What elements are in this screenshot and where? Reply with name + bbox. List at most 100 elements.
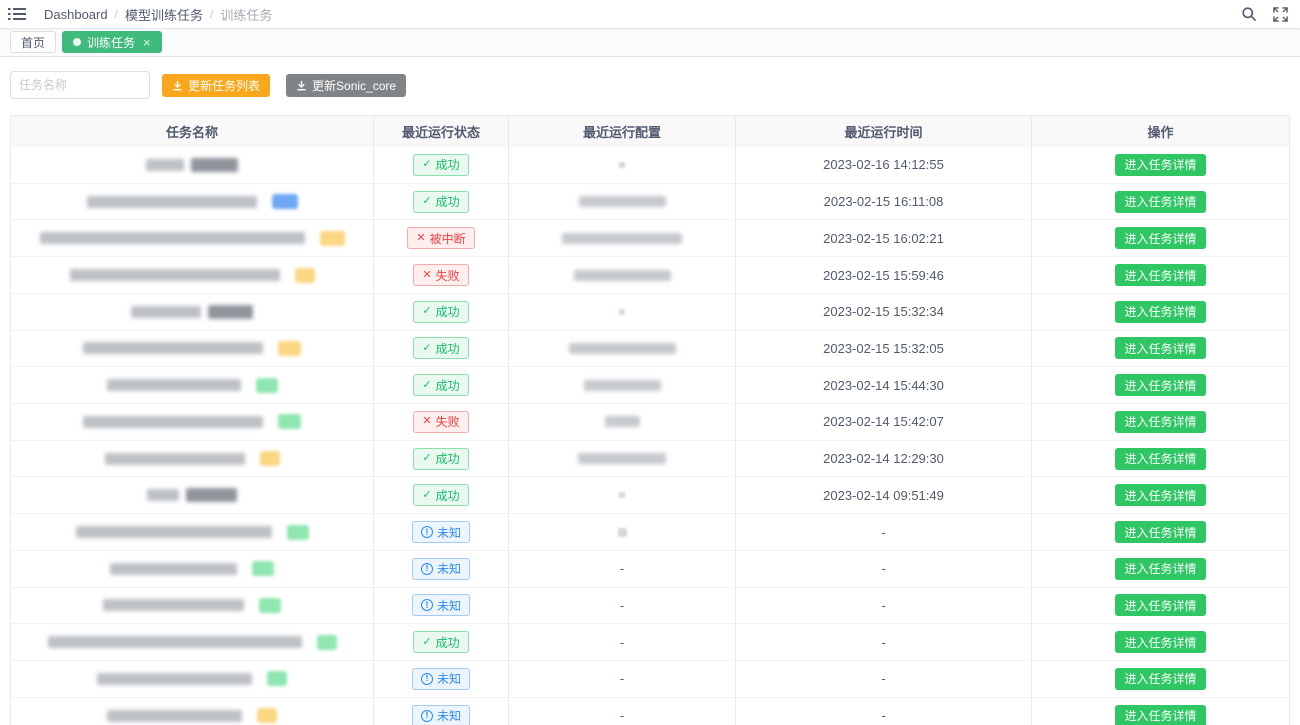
update-sonic-core-button[interactable]: 更新Sonic_core — [286, 74, 406, 97]
run-time-value: 2023-02-15 16:02:21 — [823, 231, 944, 246]
status-label: 未知 — [437, 597, 461, 614]
table-body: ✓成功2023-02-16 14:12:55进入任务详情✓成功2023-02-1… — [11, 147, 1289, 725]
status-badge-success: ✓成功 — [413, 154, 468, 176]
status-label: 未知 — [437, 524, 461, 541]
tab-bar: 首页 训练任务 × — [0, 28, 1300, 57]
sidebar-collapse-icon[interactable] — [8, 7, 26, 21]
table-row: ✕被中断2023-02-15 16:02:21进入任务详情 — [11, 220, 1289, 257]
run-status-cell: !未知 — [374, 514, 509, 550]
run-time-cell: 2023-02-14 12:29:30 — [736, 441, 1032, 477]
breadcrumb-item-model-training[interactable]: 模型训练任务 — [125, 5, 203, 24]
run-status-cell: ✓成功 — [374, 147, 509, 183]
empty-value: - — [620, 708, 624, 723]
run-status-cell: ✕失败 — [374, 404, 509, 440]
redacted-text-block — [97, 673, 252, 685]
run-time-cell: 2023-02-15 15:59:46 — [736, 257, 1032, 293]
redacted-text-block — [131, 306, 201, 318]
status-label: 失败 — [436, 267, 460, 284]
actions-cell: 进入任务详情 — [1032, 477, 1289, 513]
run-time-cell: 2023-02-15 16:11:08 — [736, 184, 1032, 220]
content-area: 更新任务列表 更新Sonic_core 任务名称 最近运行状态 最近运行配置 最… — [0, 57, 1300, 725]
table-row: ✕失败2023-02-14 15:42:07进入任务详情 — [11, 404, 1289, 441]
enter-task-detail-button[interactable]: 进入任务详情 — [1115, 521, 1205, 543]
actions-cell: 进入任务详情 — [1032, 514, 1289, 550]
breadcrumb-item-dashboard[interactable]: Dashboard — [44, 7, 108, 22]
column-header-run-config: 最近运行配置 — [509, 116, 736, 147]
enter-task-detail-button[interactable]: 进入任务详情 — [1115, 374, 1205, 396]
redacted-text-block — [83, 342, 263, 354]
table-row: !未知--进入任务详情 — [11, 551, 1289, 588]
status-badge-success: ✓成功 — [413, 448, 468, 470]
enter-task-detail-button[interactable]: 进入任务详情 — [1115, 411, 1205, 433]
actions-cell: 进入任务详情 — [1032, 404, 1289, 440]
active-dot-icon — [73, 38, 81, 46]
enter-task-detail-button[interactable]: 进入任务详情 — [1115, 558, 1205, 580]
run-config-cell: - — [509, 624, 736, 660]
status-label: 成功 — [436, 340, 460, 357]
redacted-text-block — [208, 305, 253, 319]
task-name-cell — [11, 698, 374, 725]
enter-task-detail-button[interactable]: 进入任务详情 — [1115, 705, 1205, 725]
status-badge-unknown: !未知 — [412, 668, 470, 690]
status-label: 成功 — [436, 634, 460, 651]
check-icon: ✓ — [422, 196, 431, 207]
redacted-config-text — [605, 416, 640, 427]
enter-task-detail-button[interactable]: 进入任务详情 — [1115, 448, 1205, 470]
task-name-cell — [11, 367, 374, 403]
redacted-text-block — [40, 232, 305, 244]
redacted-text-block — [146, 159, 184, 171]
actions-cell: 进入任务详情 — [1032, 367, 1289, 403]
redacted-text-block — [147, 489, 179, 501]
enter-task-detail-button[interactable]: 进入任务详情 — [1115, 594, 1205, 616]
app-window: Dashboard / 模型训练任务 / 训练任务 — [0, 0, 1300, 725]
task-name-cell — [11, 147, 374, 183]
run-status-cell: ✓成功 — [374, 367, 509, 403]
button-label: 更新Sonic_core — [312, 77, 396, 94]
enter-task-detail-button[interactable]: 进入任务详情 — [1115, 264, 1205, 286]
status-label: 未知 — [437, 707, 461, 724]
redacted-config-dot — [619, 162, 625, 168]
actions-cell: 进入任务详情 — [1032, 184, 1289, 220]
table-row: ✓成功 2023-02-16 14:12:55 进入任务详情 — [11, 147, 1289, 184]
redacted-task-name — [11, 561, 373, 576]
run-config-cell: - — [509, 551, 736, 587]
tab-home[interactable]: 首页 — [10, 31, 56, 53]
actions-cell: 进入任务详情 — [1032, 147, 1289, 183]
update-task-list-button[interactable]: 更新任务列表 — [162, 74, 270, 97]
breadcrumb-separator: / — [115, 7, 118, 21]
check-icon: ✓ — [422, 637, 431, 648]
redacted-task-name — [11, 268, 373, 283]
table-row: !未知-进入任务详情 — [11, 514, 1289, 551]
enter-task-detail-button[interactable]: 进入任务详情 — [1115, 484, 1205, 506]
enter-task-detail-button[interactable]: 进入任务详情 — [1115, 154, 1205, 176]
run-time-cell: 2023-02-16 14:12:55 — [736, 147, 1032, 183]
task-tag-badge-yellow — [295, 268, 315, 283]
info-circle-icon: ! — [421, 599, 433, 611]
redacted-config-text — [569, 343, 676, 354]
redacted-text-block — [191, 158, 238, 172]
redacted-task-name — [11, 341, 373, 356]
tab-training-tasks[interactable]: 训练任务 × — [62, 31, 162, 53]
redacted-text-block — [83, 416, 263, 428]
enter-task-detail-button[interactable]: 进入任务详情 — [1115, 337, 1205, 359]
table-row: ✓成功2023-02-15 15:32:34进入任务详情 — [11, 294, 1289, 331]
search-icon[interactable] — [1241, 6, 1257, 22]
redacted-config-dot — [619, 492, 625, 498]
cross-icon: ✕ — [422, 270, 431, 281]
enter-task-detail-button[interactable]: 进入任务详情 — [1115, 191, 1205, 213]
download-icon — [172, 80, 183, 91]
enter-task-detail-button[interactable]: 进入任务详情 — [1115, 301, 1205, 323]
run-status-cell: !未知 — [374, 661, 509, 697]
task-name-cell — [11, 551, 374, 587]
status-badge-fail: ✕失败 — [413, 411, 468, 433]
enter-task-detail-button[interactable]: 进入任务详情 — [1115, 631, 1205, 653]
close-icon[interactable]: × — [143, 36, 151, 49]
tab-label: 训练任务 — [87, 34, 135, 51]
run-config-cell: - — [509, 588, 736, 624]
run-time-value: 2023-02-15 16:11:08 — [824, 194, 944, 209]
task-name-search-input[interactable] — [10, 71, 150, 99]
enter-task-detail-button[interactable]: 进入任务详情 — [1115, 668, 1205, 690]
fullscreen-icon[interactable] — [1273, 7, 1288, 22]
enter-task-detail-button[interactable]: 进入任务详情 — [1115, 227, 1205, 249]
run-status-cell: ✓成功 — [374, 477, 509, 513]
